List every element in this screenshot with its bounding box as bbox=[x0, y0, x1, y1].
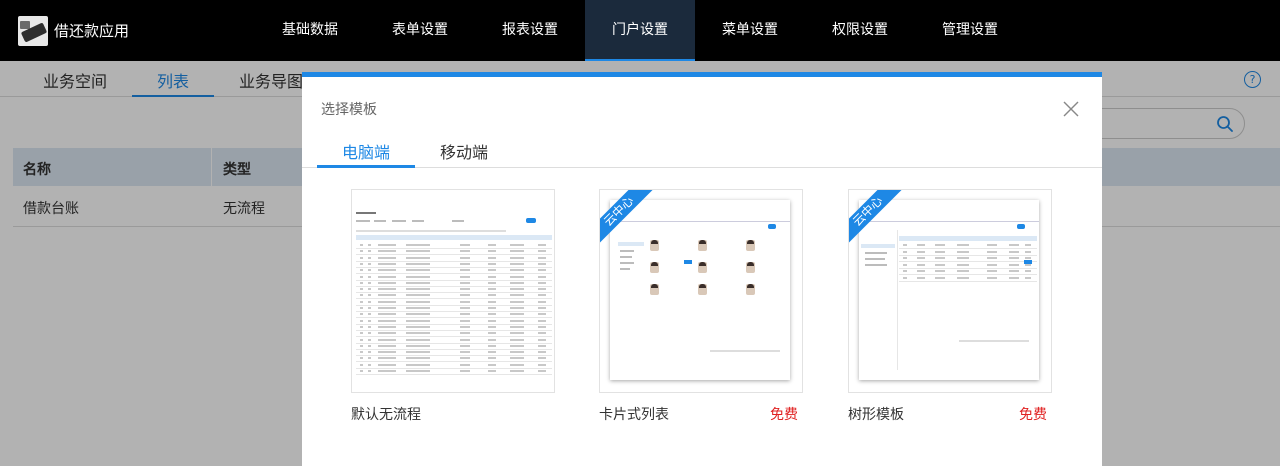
template-name: 默认无流程 bbox=[351, 407, 421, 423]
template-thumbnail bbox=[610, 200, 790, 380]
nav-item-menu-settings[interactable]: 菜单设置 bbox=[695, 0, 805, 61]
nav-item-form-settings[interactable]: 表单设置 bbox=[365, 0, 475, 61]
template-thumbnail bbox=[352, 204, 554, 379]
nav-item-permission-settings[interactable]: 权限设置 bbox=[805, 0, 915, 61]
tab-mobile[interactable]: 移动端 bbox=[429, 139, 499, 168]
app-logo-icon[interactable] bbox=[18, 16, 48, 46]
nav-item-portal-settings[interactable]: 门户设置 bbox=[585, 0, 695, 61]
template-card-default[interactable] bbox=[351, 189, 555, 393]
template-price: 免费 bbox=[770, 407, 798, 423]
select-template-dialog: 选择模板 电脑端 移动端 默认无流程 云中心 卡片式列表 免费 云中心 树形模板… bbox=[302, 72, 1102, 466]
template-card-tree[interactable]: 云中心 bbox=[848, 189, 1052, 393]
nav-item-admin-settings[interactable]: 管理设置 bbox=[915, 0, 1025, 61]
template-thumbnail bbox=[859, 200, 1039, 380]
template-name: 卡片式列表 bbox=[599, 407, 669, 423]
main-nav: 基础数据 表单设置 报表设置 门户设置 菜单设置 权限设置 管理设置 bbox=[255, 0, 1025, 61]
template-name: 树形模板 bbox=[848, 407, 904, 423]
tab-desktop[interactable]: 电脑端 bbox=[317, 139, 415, 168]
nav-item-report-settings[interactable]: 报表设置 bbox=[475, 0, 585, 61]
template-card-card-list[interactable]: 云中心 bbox=[599, 189, 803, 393]
top-navigation-bar: 借还款应用 基础数据 表单设置 报表设置 门户设置 菜单设置 权限设置 管理设置 bbox=[0, 0, 1280, 61]
nav-item-basic-data[interactable]: 基础数据 bbox=[255, 0, 365, 61]
template-price: 免费 bbox=[1019, 407, 1047, 423]
app-title: 借还款应用 bbox=[54, 22, 130, 40]
template-tabs: 电脑端 移动端 bbox=[302, 135, 1102, 168]
dialog-title: 选择模板 bbox=[321, 102, 377, 118]
close-icon[interactable] bbox=[1062, 100, 1080, 118]
